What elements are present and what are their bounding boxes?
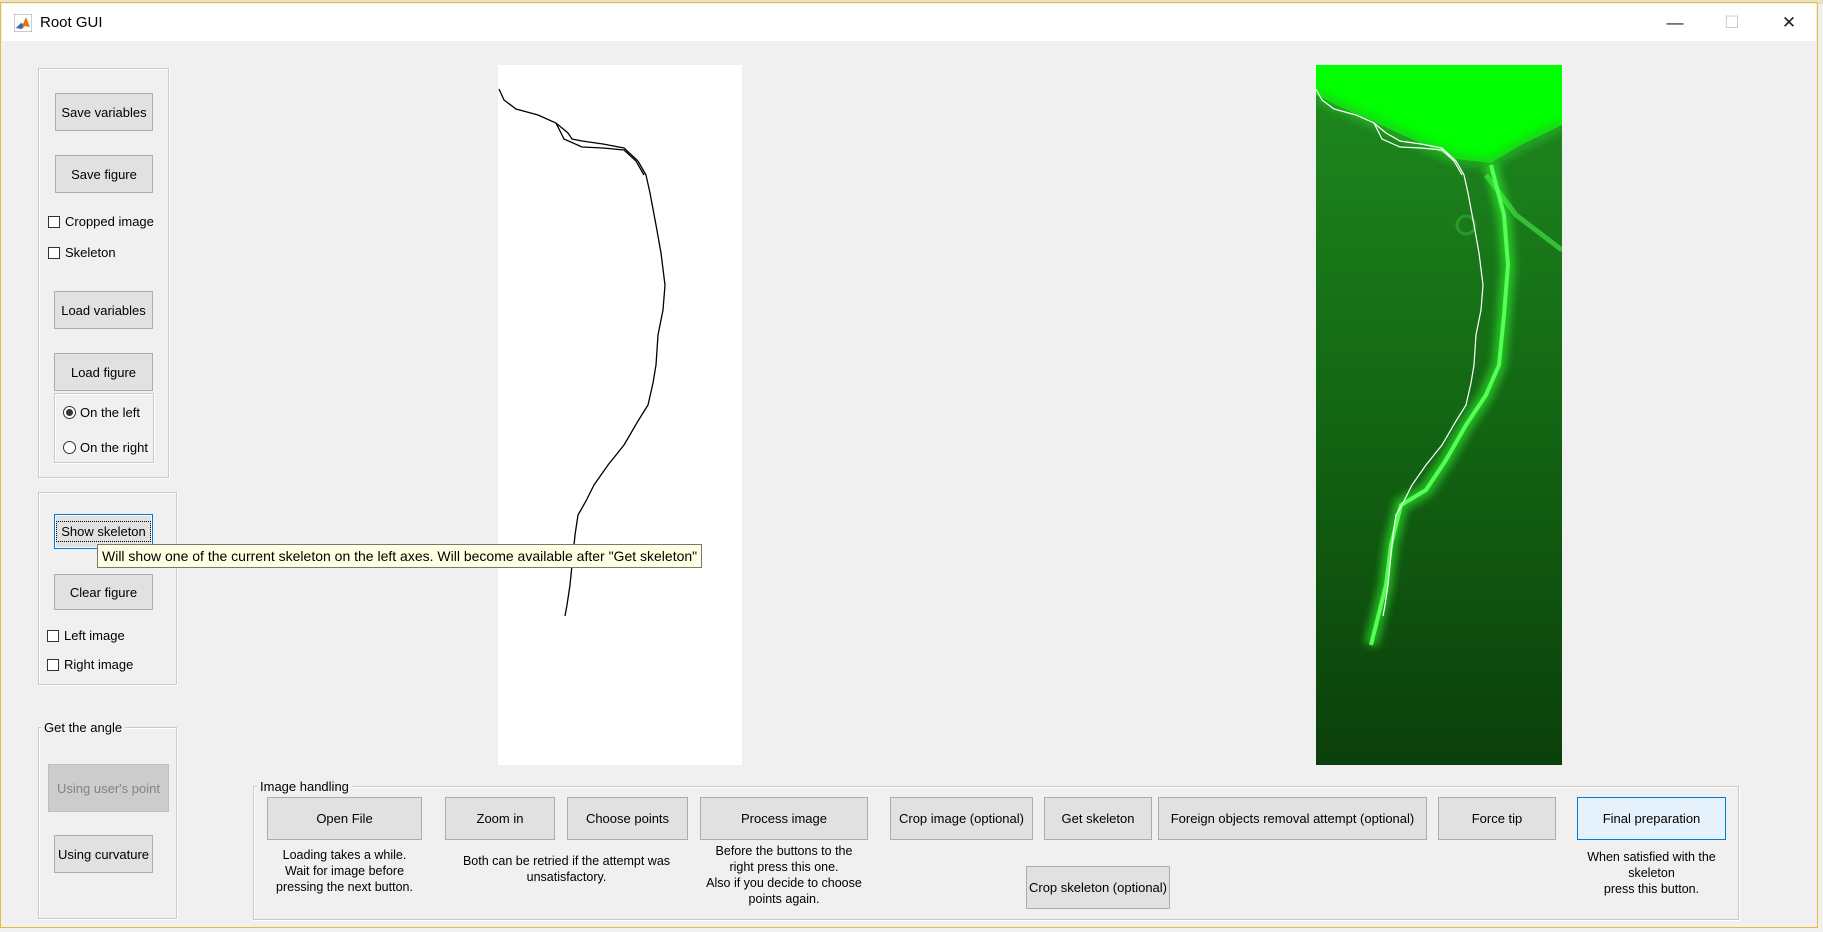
- choose-points-button[interactable]: Choose points: [567, 797, 688, 840]
- crop-skeleton-button[interactable]: Crop skeleton (optional): [1026, 866, 1170, 909]
- note-line: press this button.: [1603, 882, 1700, 896]
- radio-on-right-label: On the right: [80, 440, 148, 455]
- get-angle-panel: Get the angle Using user's point Using c…: [38, 720, 177, 919]
- radio-on-left-label: On the left: [80, 405, 140, 420]
- radio-on-the-left[interactable]: On the left: [63, 405, 140, 420]
- foreign-objects-removal-button[interactable]: Foreign objects removal attempt (optiona…: [1158, 797, 1427, 840]
- right-image-checkbox[interactable]: Right image: [47, 657, 133, 672]
- save-figure-button[interactable]: Save figure: [55, 155, 153, 193]
- open-file-label: Open File: [316, 811, 373, 826]
- process-image-note: Before the buttons to the right press th…: [694, 843, 874, 907]
- note-line: When satisfied with the: [1587, 850, 1716, 864]
- save-variables-button[interactable]: Save variables: [55, 93, 153, 131]
- image-handling-title: Image handling: [257, 779, 352, 794]
- note-line: Both can be retried if the attempt was: [462, 854, 671, 868]
- root-image-graphic: [1316, 65, 1562, 765]
- choose-points-label: Choose points: [585, 811, 670, 826]
- crop-image-label: Crop image (optional): [898, 811, 1024, 826]
- crop-skeleton-label: Crop skeleton (optional): [1028, 880, 1168, 895]
- show-skeleton-label: Show skeleton: [56, 521, 151, 542]
- skeleton-checkbox[interactable]: Skeleton: [48, 245, 116, 260]
- checkbox-box: [48, 246, 60, 259]
- note-line: points again.: [748, 892, 820, 906]
- note-line: Wait for image before: [284, 864, 405, 878]
- image-handling-panel: Image handling Open File Loading takes a…: [253, 779, 1739, 920]
- note-line: Loading takes a while.: [282, 848, 407, 862]
- matlab-logo-icon: [14, 14, 32, 32]
- skeleton-trace-graphic: [498, 88, 666, 617]
- clear-figure-button[interactable]: Clear figure: [54, 574, 153, 610]
- note-line: Also if you decide to choose: [706, 876, 862, 890]
- load-variables-button[interactable]: Load variables: [54, 291, 153, 329]
- skeleton-label: Skeleton: [65, 245, 116, 260]
- using-curvature-button[interactable]: Using curvature: [54, 835, 153, 873]
- process-image-button[interactable]: Process image: [700, 797, 868, 840]
- zoom-in-label: Zoom in: [476, 811, 524, 826]
- load-figure-label: Load figure: [70, 364, 137, 380]
- window-title: Root GUI: [40, 14, 103, 31]
- foreign-objects-label: Foreign objects removal attempt (optiona…: [1170, 811, 1415, 826]
- cropped-image-label: Cropped image: [65, 214, 154, 229]
- note-line: pressing the next button.: [276, 880, 413, 894]
- note-line: Before the buttons to the: [715, 844, 853, 858]
- save-variables-label: Save variables: [61, 104, 147, 120]
- checkbox-box: [48, 215, 60, 228]
- left-image-checkbox[interactable]: Left image: [47, 628, 125, 643]
- crop-image-button[interactable]: Crop image (optional): [890, 797, 1033, 840]
- final-preparation-note: When satisfied with the skeleton press t…: [1577, 849, 1726, 897]
- radio-dot-selected: [63, 406, 76, 419]
- using-users-point-label: Using user's point: [57, 780, 160, 796]
- note-line: unsatisfactory.: [526, 870, 607, 884]
- load-figure-button[interactable]: Load figure: [54, 353, 153, 391]
- zoom-in-button[interactable]: Zoom in: [445, 797, 555, 840]
- radio-on-the-right[interactable]: On the right: [63, 440, 148, 455]
- note-line: skeleton: [1628, 866, 1675, 880]
- position-radio-group: On the left On the right: [54, 393, 154, 463]
- checkbox-box: [47, 629, 59, 642]
- show-skeleton-tooltip: Will show one of the current skeleton on…: [97, 544, 703, 568]
- show-clear-panel: Show skeleton Clear figure Left image Ri…: [38, 492, 177, 685]
- zoom-choose-note: Both can be retried if the attempt was u…: [445, 853, 688, 885]
- cropped-image-checkbox[interactable]: Cropped image: [48, 214, 154, 229]
- get-angle-title: Get the angle: [41, 720, 126, 735]
- right-image-label: Right image: [64, 657, 134, 672]
- note-line: right press this one.: [729, 860, 839, 874]
- using-curvature-label: Using curvature: [57, 846, 150, 862]
- open-file-note: Loading takes a while. Wait for image be…: [262, 847, 427, 895]
- close-icon[interactable]: ✕: [1761, 4, 1817, 41]
- right-axes-image[interactable]: [1316, 65, 1562, 765]
- load-variables-label: Load variables: [61, 302, 146, 318]
- checkbox-box: [47, 658, 59, 671]
- final-preparation-button[interactable]: Final preparation: [1577, 797, 1726, 840]
- clear-figure-label: Clear figure: [69, 584, 138, 600]
- process-image-label: Process image: [741, 811, 827, 826]
- using-users-point-button[interactable]: Using user's point: [48, 764, 169, 812]
- force-tip-label: Force tip: [1471, 811, 1523, 826]
- left-axes-skeleton[interactable]: [498, 65, 742, 765]
- save-figure-label: Save figure: [71, 166, 137, 182]
- force-tip-button[interactable]: Force tip: [1438, 797, 1556, 840]
- left-image-label: Left image: [64, 628, 125, 643]
- save-load-panel: Save variables Save figure Cropped image…: [38, 68, 169, 478]
- minimize-icon[interactable]: —: [1647, 4, 1703, 41]
- radio-dot: [63, 441, 76, 454]
- get-skeleton-label: Get skeleton: [1061, 811, 1135, 826]
- get-skeleton-button[interactable]: Get skeleton: [1044, 797, 1152, 840]
- maximize-icon[interactable]: ☐: [1704, 4, 1760, 41]
- final-preparation-label: Final preparation: [1602, 811, 1701, 826]
- title-bar: Root GUI — ☐ ✕: [2, 4, 1816, 41]
- open-file-button[interactable]: Open File: [267, 797, 422, 840]
